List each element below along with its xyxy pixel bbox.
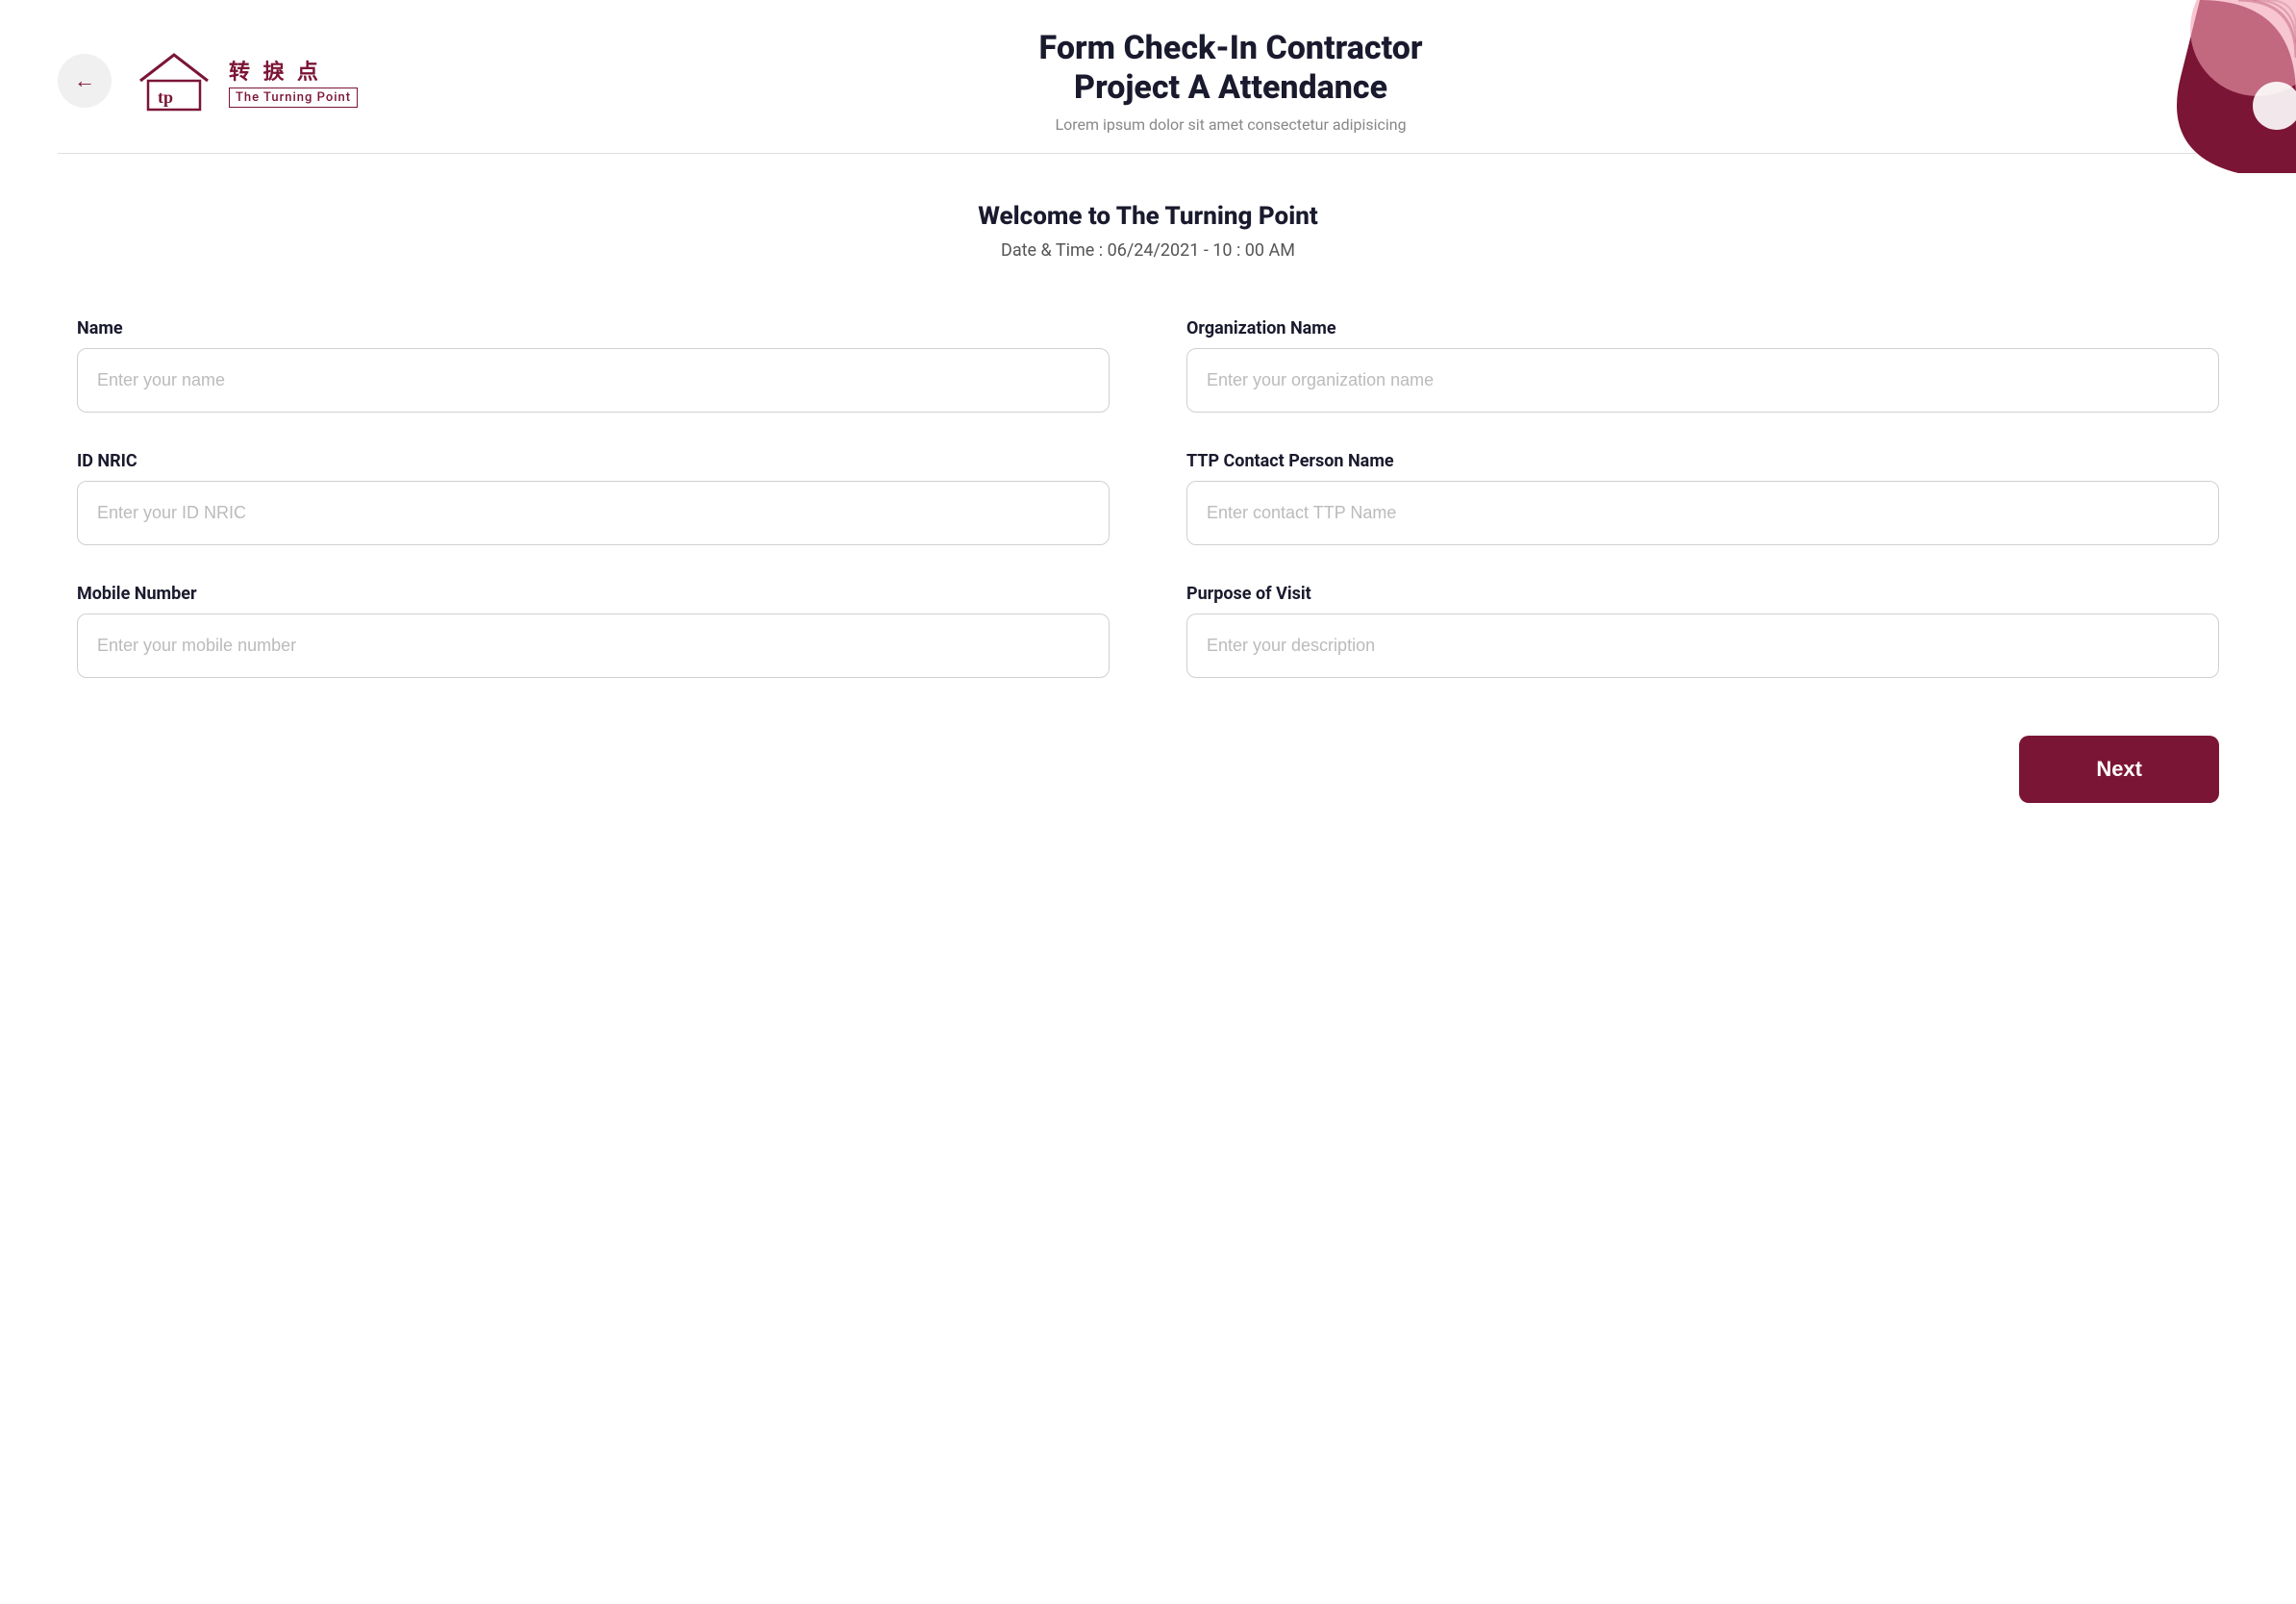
form-grid: Name Organization Name ID NRIC TTP Conta… [77,318,2219,678]
back-arrow-icon: ← [74,68,95,93]
svg-text:tp: tp [158,88,173,107]
logo-chinese-text: 转 捩 点 [229,55,358,86]
form-group-nric: ID NRIC [77,451,1110,545]
header: ← tp 转 捩 点 The Turning Point Form Check-… [0,0,2296,153]
purpose-label: Purpose of Visit [1186,584,2219,604]
logo-text: 转 捩 点 The Turning Point [229,55,358,108]
header-subtitle: Lorem ipsum dolor sit amet consectetur a… [358,115,2104,134]
nric-label: ID NRIC [77,451,1110,471]
name-label: Name [77,318,1110,338]
mobile-label: Mobile Number [77,584,1110,604]
name-input[interactable] [77,348,1110,413]
welcome-title: Welcome to The Turning Point [58,202,2238,231]
ttp-label: TTP Contact Person Name [1186,451,2219,471]
purpose-input[interactable] [1186,614,2219,678]
form-group-name: Name [77,318,1110,413]
back-button[interactable]: ← [58,54,112,108]
mobile-input[interactable] [77,614,1110,678]
form-group-org: Organization Name [1186,318,2219,413]
header-center: Form Check-In Contractor Project A Atten… [358,29,2238,134]
form-area: Name Organization Name ID NRIC TTP Conta… [0,299,2296,716]
form-group-mobile: Mobile Number [77,584,1110,678]
button-row: Next [0,716,2296,841]
logo-icon: tp [131,47,217,114]
welcome-datetime: Date & Time : 06/24/2021 - 10 : 00 AM [58,240,2238,261]
form-group-purpose: Purpose of Visit [1186,584,2219,678]
page-title: Form Check-In Contractor Project A Atten… [358,29,2104,108]
next-button[interactable]: Next [2019,736,2219,803]
welcome-section: Welcome to The Turning Point Date & Time… [0,154,2296,299]
nric-input[interactable] [77,481,1110,545]
logo-english-text: The Turning Point [229,88,358,108]
org-input[interactable] [1186,348,2219,413]
logo: tp 转 捩 点 The Turning Point [131,47,358,114]
org-label: Organization Name [1186,318,2219,338]
ttp-input[interactable] [1186,481,2219,545]
form-group-ttp: TTP Contact Person Name [1186,451,2219,545]
